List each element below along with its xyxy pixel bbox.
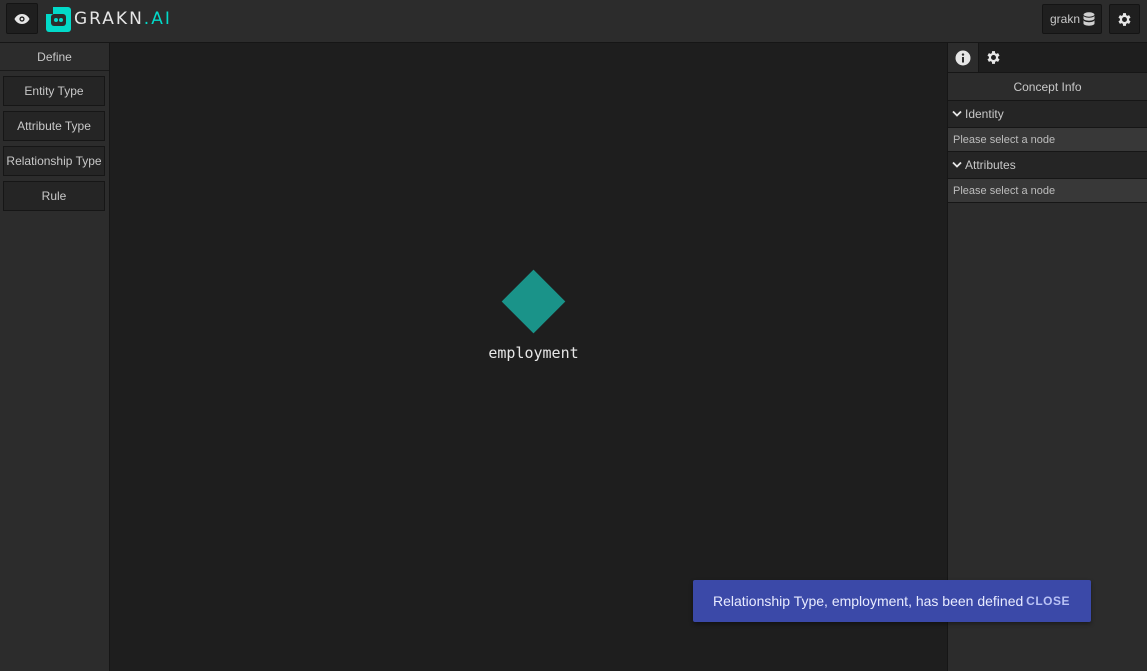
- concept-info-panel: Concept Info Identity Please select a no…: [947, 43, 1147, 671]
- tab-info[interactable]: [948, 43, 978, 72]
- node-label: employment: [488, 344, 579, 362]
- panel-tabs: [948, 43, 1147, 72]
- define-panel: Define Entity Type Attribute Type Relati…: [0, 43, 110, 671]
- database-icon: [1083, 11, 1095, 26]
- gear-icon: [1118, 12, 1131, 26]
- grakn-logo-icon: [46, 6, 71, 32]
- keyspace-label: grakn: [1050, 12, 1081, 26]
- info-icon: [955, 50, 971, 65]
- chevron-down-icon: [952, 161, 962, 168]
- settings-button[interactable]: [1109, 4, 1140, 34]
- define-panel-title: Define: [0, 43, 109, 71]
- top-bar: GRAKN.AI grakn: [0, 0, 1147, 43]
- toggle-view-button[interactable]: [6, 3, 38, 34]
- relationship-node[interactable]: [501, 269, 566, 334]
- attributes-section-label: Attributes: [965, 158, 1016, 172]
- tab-row-spacer: [1008, 43, 1147, 72]
- logo-wordmark: GRAKN.AI: [74, 9, 172, 29]
- chevron-down-icon: [952, 110, 962, 117]
- identity-section-header[interactable]: Identity: [948, 101, 1147, 128]
- notification-snackbar: Relationship Type, employment, has been …: [693, 580, 1091, 622]
- snackbar-message: Relationship Type, employment, has been …: [713, 593, 1024, 609]
- concept-info-title: Concept Info: [948, 72, 1147, 101]
- define-relationship-type-button[interactable]: Relationship Type: [3, 146, 105, 176]
- snackbar-close-button[interactable]: CLOSE: [1026, 594, 1070, 608]
- keyspace-selector[interactable]: grakn: [1042, 4, 1102, 34]
- grakn-logo: GRAKN.AI: [46, 6, 172, 32]
- graph-canvas[interactable]: employment: [110, 43, 947, 671]
- define-entity-type-button[interactable]: Entity Type: [3, 76, 105, 106]
- gear-icon: [987, 51, 1000, 64]
- tab-settings[interactable]: [978, 43, 1008, 72]
- identity-section-body: Please select a node: [948, 128, 1147, 152]
- identity-section-label: Identity: [965, 107, 1004, 121]
- eye-icon: [14, 13, 30, 24]
- attributes-section-body: Please select a node: [948, 179, 1147, 203]
- define-rule-button[interactable]: Rule: [3, 181, 105, 211]
- attributes-section-header[interactable]: Attributes: [948, 152, 1147, 179]
- define-attribute-type-button[interactable]: Attribute Type: [3, 111, 105, 141]
